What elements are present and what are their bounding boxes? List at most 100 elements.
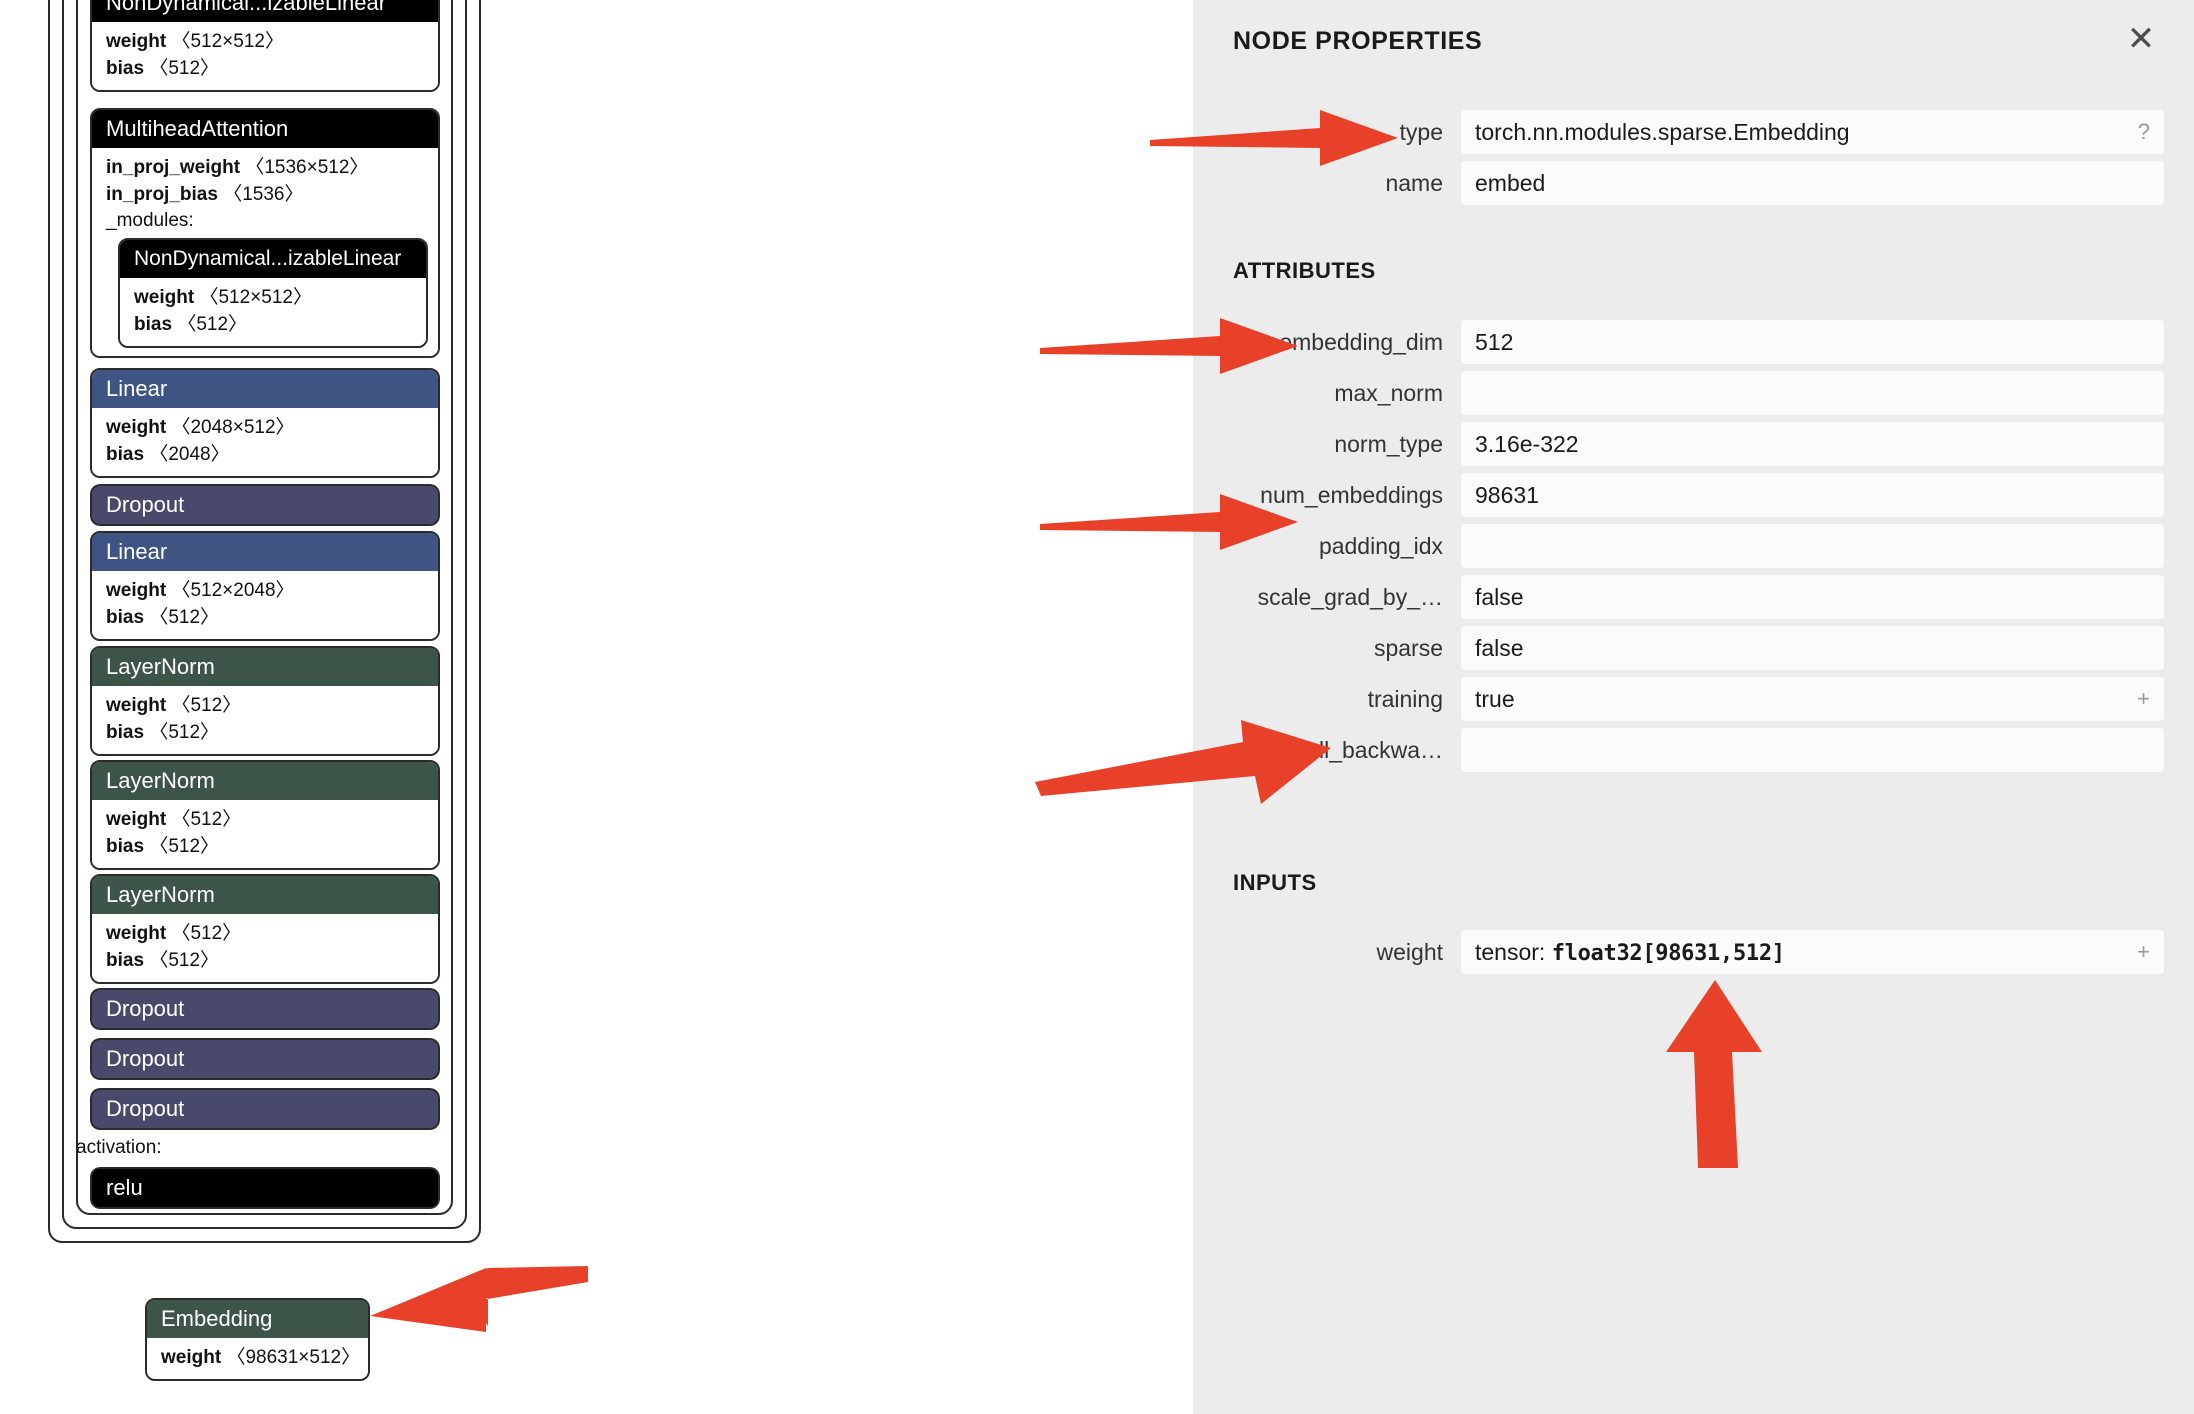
input-value-text: tensor: float32[98631,512] bbox=[1475, 939, 2127, 966]
node-title: Linear bbox=[92, 370, 438, 408]
attr-name: bias bbox=[106, 607, 145, 628]
node-body: in_proj_weight 〈1536×512〉 in_proj_bias 〈… bbox=[92, 148, 438, 356]
inputs-group: weight tensor: float32[98631,512] + bbox=[1193, 930, 2194, 981]
activation-label: activation: bbox=[76, 1137, 162, 1158]
attribute-row-norm-type[interactable]: norm_type 3.16e-322 bbox=[1193, 422, 2194, 466]
node-body: weight 〈2048×512〉 bias 〈2048〉 bbox=[92, 408, 438, 476]
node-attr: in_proj_weight 〈1536×512〉 bbox=[106, 154, 424, 181]
attribute-row-max-norm[interactable]: max_norm bbox=[1193, 371, 2194, 415]
attribute-value-text: 3.16e-322 bbox=[1475, 430, 1579, 457]
property-value-type[interactable]: torch.nn.modules.sparse.Embedding ? bbox=[1461, 110, 2164, 154]
close-icon[interactable]: ✕ bbox=[2118, 16, 2164, 62]
attr-dim: 〈512〉 bbox=[149, 607, 220, 628]
expand-icon[interactable]: + bbox=[2127, 686, 2150, 712]
input-value-weight[interactable]: tensor: float32[98631,512] + bbox=[1461, 930, 2164, 974]
attribute-value-sparse[interactable]: false bbox=[1461, 626, 2164, 670]
graph-node[interactable]: Dropout bbox=[90, 988, 440, 1030]
attributes-group: embedding_dim 512 max_norm norm_type 3.1… bbox=[1193, 320, 2194, 779]
node-attr: bias 〈512〉 bbox=[106, 604, 424, 631]
attribute-row-num-embeddings[interactable]: num_embeddings 98631 bbox=[1193, 473, 2194, 517]
node-attr: weight 〈512×512〉 bbox=[106, 28, 424, 55]
node-attr: weight 〈512×2048〉 bbox=[106, 577, 424, 604]
attribute-value-text: true bbox=[1475, 685, 1515, 712]
attr-name: bias bbox=[134, 314, 173, 335]
node-body: weight 〈512〉 bias 〈512〉 bbox=[92, 686, 438, 754]
input-row-weight[interactable]: weight tensor: float32[98631,512] + bbox=[1193, 930, 2194, 974]
node-attr: bias 〈512〉 bbox=[106, 55, 424, 82]
attribute-row-training[interactable]: training true + bbox=[1193, 677, 2194, 721]
attr-dim: 〈512〉 bbox=[149, 950, 220, 971]
help-icon[interactable]: ? bbox=[2128, 119, 2150, 145]
node-title: NonDynamical...izableLinear bbox=[120, 240, 426, 278]
attr-dim: 〈512〉 bbox=[171, 695, 242, 716]
node-title: LayerNorm bbox=[92, 762, 438, 800]
node-attr: weight 〈512〉 bbox=[106, 692, 424, 719]
node-title: Linear bbox=[92, 533, 438, 571]
attribute-label: padding_idx bbox=[1318, 532, 1443, 559]
graph-node-embedding[interactable]: Embedding weight 〈98631×512〉 bbox=[145, 1298, 370, 1381]
attribute-value-scale-grad-by-freq[interactable]: false bbox=[1461, 575, 2164, 619]
graph-node[interactable]: LayerNorm weight 〈512〉 bias 〈512〉 bbox=[90, 646, 440, 756]
attr-name: weight bbox=[106, 580, 167, 601]
attribute-value-text: 98631 bbox=[1475, 481, 1539, 508]
attribute-row-embedding-dim[interactable]: embedding_dim 512 bbox=[1193, 320, 2194, 364]
attribute-row-is-full-backward-hook[interactable]: _is_full_backwa… bbox=[1193, 728, 2194, 772]
section-header-attributes: ATTRIBUTES bbox=[1233, 258, 1376, 283]
graph-node[interactable]: Dropout bbox=[90, 1088, 440, 1130]
graph-canvas[interactable]: NonDynamical...izableLinear weight 〈512×… bbox=[0, 0, 1193, 1414]
attribute-value-embedding-dim[interactable]: 512 bbox=[1461, 320, 2164, 364]
graph-node-child[interactable]: NonDynamical...izableLinear weight 〈512×… bbox=[118, 238, 428, 348]
node-body: weight 〈512〉 bias 〈512〉 bbox=[92, 800, 438, 868]
node-attr: weight 〈512〉 bbox=[106, 806, 424, 833]
activation-value-node[interactable]: relu bbox=[90, 1167, 440, 1209]
attr-dim: 〈512〉 bbox=[177, 314, 248, 335]
expand-icon[interactable]: + bbox=[2127, 939, 2150, 965]
attr-dim: 〈2048〉 bbox=[149, 444, 230, 465]
attribute-row-sparse[interactable]: sparse false bbox=[1193, 626, 2194, 670]
node-title: Dropout bbox=[90, 1038, 440, 1080]
attr-name: weight bbox=[106, 31, 167, 52]
attribute-row-padding-idx[interactable]: padding_idx bbox=[1193, 524, 2194, 568]
node-title: LayerNorm bbox=[92, 648, 438, 686]
graph-node[interactable]: LayerNorm weight 〈512〉 bias 〈512〉 bbox=[90, 760, 440, 870]
attr-name: bias bbox=[106, 950, 145, 971]
node-body: weight 〈512×512〉 bias 〈512〉 bbox=[120, 278, 426, 346]
attribute-label: training bbox=[1367, 685, 1443, 712]
attr-dim: 〈1536×512〉 bbox=[245, 157, 369, 178]
graph-node[interactable]: LayerNorm weight 〈512〉 bias 〈512〉 bbox=[90, 874, 440, 984]
node-attr: bias 〈512〉 bbox=[134, 311, 412, 338]
node-attr: weight 〈512×512〉 bbox=[134, 284, 412, 311]
graph-node[interactable]: Dropout bbox=[90, 1038, 440, 1080]
attribute-value-max-norm[interactable] bbox=[1461, 371, 2164, 415]
node-title: MultiheadAttention bbox=[92, 110, 438, 148]
node-attr: bias 〈512〉 bbox=[106, 719, 424, 746]
node-attr: bias 〈512〉 bbox=[106, 833, 424, 860]
panel-title: NODE PROPERTIES bbox=[1233, 27, 1483, 55]
property-row-name[interactable]: name embed bbox=[1193, 161, 2194, 205]
graph-node[interactable]: MultiheadAttention in_proj_weight 〈1536×… bbox=[90, 108, 440, 358]
attribute-value-norm-type[interactable]: 3.16e-322 bbox=[1461, 422, 2164, 466]
attr-name: weight bbox=[106, 809, 167, 830]
graph-node[interactable]: Linear weight 〈2048×512〉 bias 〈2048〉 bbox=[90, 368, 440, 478]
attribute-value-training[interactable]: true + bbox=[1461, 677, 2164, 721]
property-value-text: embed bbox=[1475, 169, 1546, 196]
attribute-value-num-embeddings[interactable]: 98631 bbox=[1461, 473, 2164, 517]
node-title: LayerNorm bbox=[92, 876, 438, 914]
attribute-value-is-full-backward-hook[interactable] bbox=[1461, 728, 2164, 772]
attr-name: weight bbox=[106, 695, 167, 716]
property-row-type[interactable]: type torch.nn.modules.sparse.Embedding ? bbox=[1193, 110, 2194, 154]
node-title: NonDynamical...izableLinear bbox=[92, 0, 438, 22]
screen-root: NonDynamical...izableLinear weight 〈512×… bbox=[0, 0, 2194, 1414]
attribute-row-scale-grad-by-freq[interactable]: scale_grad_by_… false bbox=[1193, 575, 2194, 619]
attribute-value-padding-idx[interactable] bbox=[1461, 524, 2164, 568]
attr-name: weight bbox=[161, 1347, 222, 1368]
node-attr: bias 〈512〉 bbox=[106, 947, 424, 974]
node-title: Embedding bbox=[147, 1300, 368, 1338]
property-label: name bbox=[1385, 169, 1443, 196]
attr-name: bias bbox=[106, 722, 145, 743]
property-value-name[interactable]: embed bbox=[1461, 161, 2164, 205]
attribute-label: sparse bbox=[1373, 634, 1443, 661]
graph-node[interactable]: NonDynamical...izableLinear weight 〈512×… bbox=[90, 0, 440, 92]
graph-node[interactable]: Linear weight 〈512×2048〉 bias 〈512〉 bbox=[90, 531, 440, 641]
graph-node[interactable]: Dropout bbox=[90, 484, 440, 526]
